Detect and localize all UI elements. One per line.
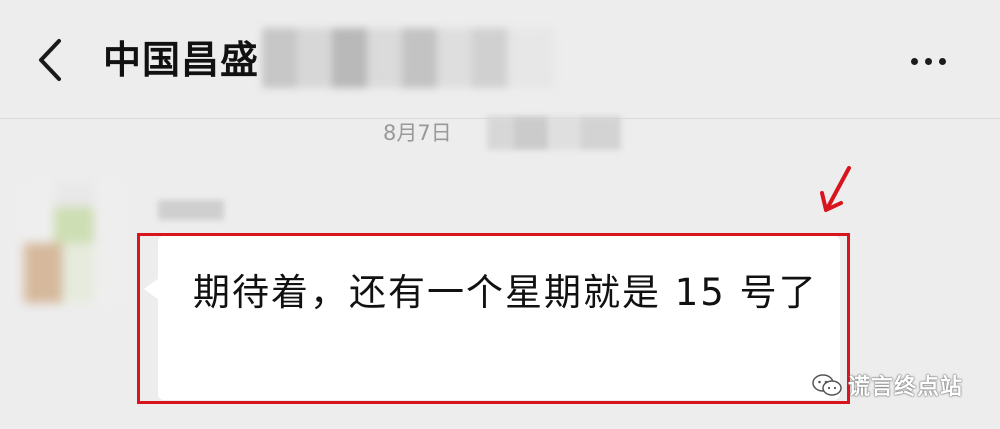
avatar[interactable] bbox=[24, 183, 124, 303]
redacted-time bbox=[487, 116, 621, 150]
chat-header: 中国昌盛 bbox=[0, 0, 1000, 119]
dot bbox=[910, 57, 918, 65]
redacted-title-suffix bbox=[262, 28, 554, 88]
redacted-sender-name bbox=[158, 200, 224, 220]
dot bbox=[938, 57, 946, 65]
more-dots-icon[interactable] bbox=[902, 48, 954, 74]
message-timestamp: 8月7日 bbox=[383, 121, 452, 145]
highlight-box bbox=[137, 233, 850, 404]
red-arrow-icon bbox=[820, 166, 851, 212]
dot bbox=[924, 57, 932, 65]
wechat-icon bbox=[812, 374, 842, 396]
watermark: 谎言终点站 bbox=[812, 370, 963, 400]
back-button[interactable] bbox=[28, 34, 72, 86]
chevron-left-icon bbox=[39, 39, 61, 81]
watermark-text: 谎言终点站 bbox=[848, 375, 964, 400]
chat-title: 中国昌盛 bbox=[103, 38, 260, 82]
